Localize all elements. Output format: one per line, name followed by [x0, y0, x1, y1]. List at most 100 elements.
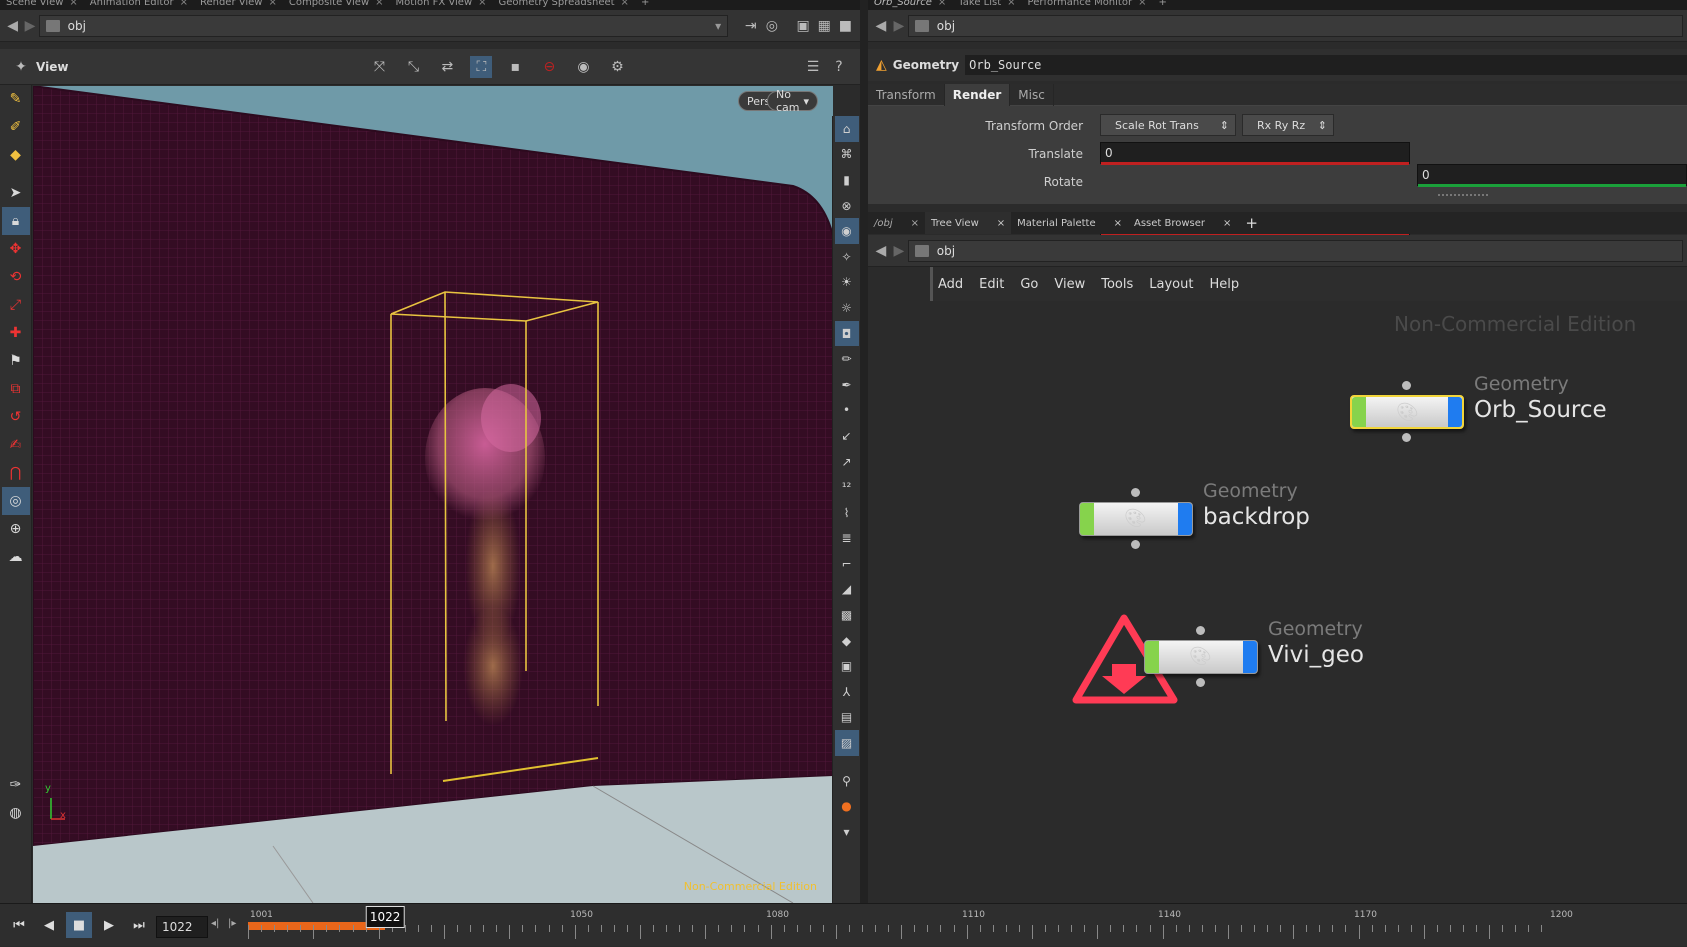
output-connector[interactable]: [1402, 433, 1411, 442]
chevron-down-icon[interactable]: ▾: [715, 19, 721, 33]
close-icon[interactable]: ×: [938, 0, 946, 8]
add-tab-icon[interactable]: +: [1237, 214, 1266, 232]
view-tool-icon[interactable]: ◎: [1, 487, 30, 515]
link-icon[interactable]: ◎: [761, 15, 782, 37]
scene-tab[interactable]: Composite View ×: [283, 0, 390, 8]
handle-tool-icon[interactable]: ⚑: [2, 347, 30, 375]
close-icon[interactable]: ×: [1114, 218, 1122, 229]
expand-down-icon[interactable]: ▾: [835, 819, 859, 845]
help-icon[interactable]: ?: [828, 56, 850, 78]
pane-tab[interactable]: Take List ×: [952, 0, 1021, 8]
settings-icon[interactable]: ⚙: [606, 56, 628, 78]
resize-handle[interactable]: [1438, 194, 1488, 200]
tab-tree-view[interactable]: Tree View ×: [925, 212, 1012, 234]
transform-order-select[interactable]: Scale Rot Trans ⇕: [1100, 114, 1236, 136]
input-connector[interactable]: [1402, 381, 1411, 390]
scene-icon[interactable]: ▦: [814, 15, 835, 37]
image-view-icon[interactable]: ▨: [834, 730, 859, 756]
network-path-field[interactable]: obj: [907, 239, 1683, 262]
headlight-icon[interactable]: ☼: [835, 295, 859, 321]
rotate-tool-icon[interactable]: ⟲: [2, 263, 30, 291]
display-wire-icon[interactable]: ⌂: [834, 116, 859, 142]
frame-field[interactable]: 1022: [156, 916, 208, 938]
step-back-icon[interactable]: ◂|: [211, 918, 219, 929]
display-options-icon[interactable]: ◍: [2, 799, 30, 827]
move-tool-icon[interactable]: ✥: [2, 235, 30, 263]
rotate-order-select[interactable]: Rx Ry Rz ⇕: [1242, 114, 1334, 136]
pose-tool-icon[interactable]: ✚: [2, 319, 30, 347]
point-icon[interactable]: •: [835, 398, 859, 424]
menu-edit[interactable]: Edit: [971, 277, 1012, 292]
magnet-tool-icon[interactable]: ⋂: [2, 459, 30, 487]
snapshot-icon[interactable]: ▣: [792, 15, 813, 37]
select-points-icon[interactable]: ⤡: [402, 56, 424, 78]
jump-end-icon[interactable]: ⏭: [126, 912, 152, 938]
close-icon[interactable]: ×: [1223, 218, 1231, 229]
camera-dropdown[interactable]: No cam ▾: [766, 88, 818, 114]
corner-icon[interactable]: ⌐: [835, 551, 859, 577]
orbit-tool-icon[interactable]: ⊕: [2, 515, 30, 543]
tab-obj[interactable]: /obj ×: [868, 218, 925, 229]
pane-tab[interactable]: Performance Monitor ×: [1022, 0, 1153, 8]
numbers-icon[interactable]: ¹²: [835, 474, 859, 500]
alert-icon[interactable]: ●: [835, 793, 859, 819]
pane-tab[interactable]: Orb_Source ×: [868, 0, 952, 8]
draw-icon[interactable]: ✒: [835, 372, 859, 398]
close-icon[interactable]: ×: [911, 218, 919, 229]
camera-icon[interactable]: ◉: [572, 56, 594, 78]
back-arrow-icon[interactable]: ◀: [872, 242, 890, 260]
jump-start-icon[interactable]: ⏮: [6, 912, 32, 938]
close-icon[interactable]: ×: [268, 0, 276, 8]
nodisplay-icon[interactable]: ⊗: [835, 193, 859, 219]
checker-icon[interactable]: ▩: [835, 602, 859, 628]
uv-icon[interactable]: ▣: [835, 653, 859, 679]
scene-tab[interactable]: Render View ×: [194, 0, 283, 8]
camera-view-icon[interactable]: ◘: [834, 320, 859, 347]
forward-arrow-icon[interactable]: ▶: [890, 17, 908, 35]
scene-tab[interactable]: Motion FX View ×: [390, 0, 493, 8]
ramp-icon[interactable]: ◢: [835, 577, 859, 603]
menu-help[interactable]: Help: [1201, 277, 1247, 292]
select-edges-icon[interactable]: ⇄: [436, 56, 458, 78]
stop-icon[interactable]: ■: [66, 912, 92, 938]
menu-tools[interactable]: Tools: [1093, 277, 1141, 292]
pane-divider[interactable]: [860, 0, 868, 903]
menu-add[interactable]: Add: [930, 277, 971, 292]
close-icon[interactable]: ×: [621, 0, 629, 8]
param-node-name[interactable]: Orb_Source: [965, 55, 1687, 75]
add-tab-icon[interactable]: +: [635, 0, 655, 8]
right-path-field[interactable]: obj: [907, 14, 1683, 37]
shelf-tool-3-icon[interactable]: ◆: [2, 141, 30, 169]
select-arrow-icon[interactable]: ➤: [2, 179, 30, 207]
network-canvas[interactable]: Non-Commercial Edition 🎨︎ Geometry Orb_S…: [930, 301, 1687, 903]
scene-tab[interactable]: Animation Editor ×: [84, 0, 194, 8]
node-orb-source[interactable]: 🎨︎: [1350, 395, 1464, 429]
current-frame-marker[interactable]: 1022: [365, 906, 405, 928]
scale-tool-icon[interactable]: ⤢: [2, 291, 30, 319]
close-icon[interactable]: ×: [375, 0, 383, 8]
transform-tool-icon[interactable]: ⧉: [2, 375, 30, 403]
maximize-icon[interactable]: ■: [835, 15, 856, 37]
tab-misc[interactable]: Misc: [1010, 84, 1054, 106]
close-icon[interactable]: ×: [69, 0, 77, 8]
tab-transform[interactable]: Transform: [868, 84, 945, 106]
pin-view-icon[interactable]: ⚲: [835, 768, 859, 794]
brush-tool-icon[interactable]: ✑: [2, 771, 30, 799]
close-icon[interactable]: ×: [1007, 0, 1015, 8]
shaded-icon[interactable]: ◉: [834, 218, 859, 244]
shelf-tool-1-icon[interactable]: ✎: [2, 85, 30, 113]
brush-icon[interactable]: ⌇: [835, 500, 859, 526]
scene-tab[interactable]: Geometry Spreadsheet ×: [493, 0, 635, 8]
play-reverse-icon[interactable]: ◀: [36, 912, 62, 938]
branch-icon[interactable]: ⅄: [835, 679, 859, 705]
back-arrow-icon[interactable]: ◀: [872, 17, 890, 35]
tab-asset-browser[interactable]: Asset Browser ×: [1128, 218, 1237, 229]
back-arrow-icon[interactable]: ◀: [4, 17, 21, 35]
select-mode-icon[interactable]: ⤧: [368, 56, 390, 78]
select-objects-icon[interactable]: ⛶: [470, 55, 493, 78]
input-connector[interactable]: [1131, 488, 1140, 497]
translate-y-field[interactable]: 0: [1417, 164, 1687, 187]
light-icon[interactable]: ✧: [835, 244, 859, 270]
lasso-tool-icon[interactable]: ↺: [2, 403, 30, 431]
left-path-field[interactable]: obj ▾: [38, 14, 729, 37]
